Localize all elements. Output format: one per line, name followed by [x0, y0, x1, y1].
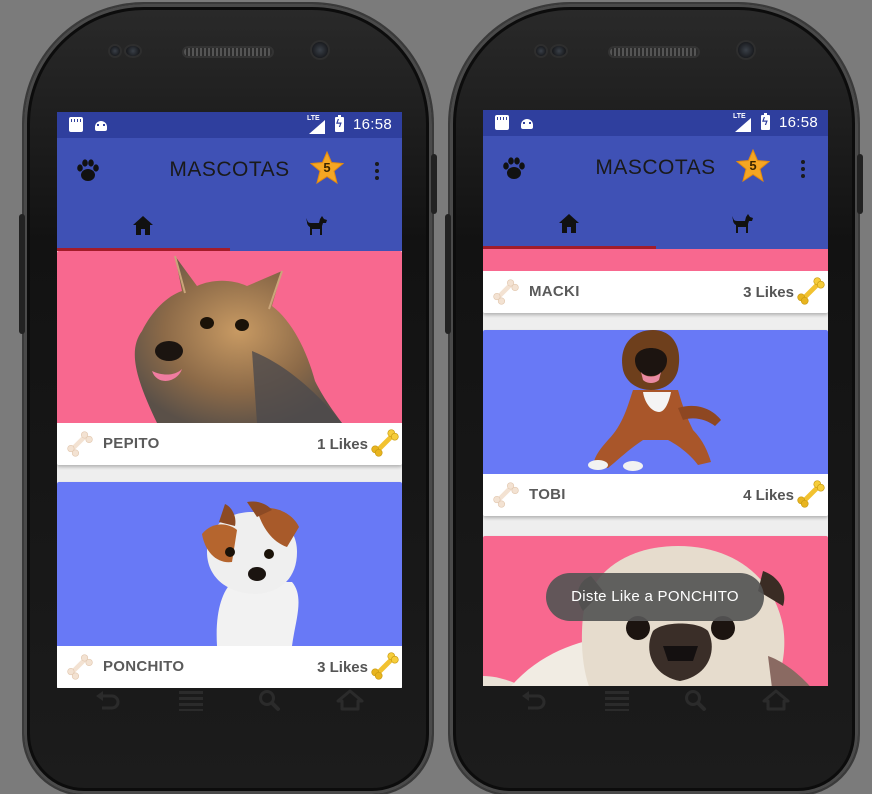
bone-outline-icon[interactable] — [493, 279, 519, 305]
dog-icon — [303, 213, 329, 239]
home-outline-icon[interactable] — [336, 688, 364, 712]
tab-profile[interactable] — [230, 201, 403, 251]
phone-right: LTE 16:58 MASCOTAS 5 — [445, 4, 863, 794]
bone-outline-icon[interactable] — [67, 654, 93, 680]
pet-card-footer: PEPITO 1 Likes — [57, 423, 402, 465]
like-count: 3 Likes — [317, 659, 368, 676]
tab-bar — [57, 201, 402, 251]
pet-card: TOBI 4 Likes — [483, 330, 828, 516]
status-bar: LTE 16:58 — [483, 110, 828, 136]
like-count: 1 Likes — [317, 436, 368, 453]
earpiece-speaker — [184, 48, 272, 56]
pet-card-footer: MACKI 3 Likes — [483, 271, 828, 313]
bone-gold-icon — [797, 480, 825, 508]
bone-outline-icon[interactable] — [493, 482, 519, 508]
android-icon — [94, 117, 108, 132]
pet-name: MACKI — [529, 283, 580, 300]
navigation-bar — [24, 688, 432, 718]
signal-icon — [735, 118, 751, 132]
toast-message: Diste Like a PONCHITO — [546, 573, 764, 621]
yorkshire-terrier-photo — [134, 255, 342, 423]
star-count: 5 — [323, 160, 331, 175]
battery-charging-icon — [335, 115, 344, 132]
pet-name: PONCHITO — [103, 658, 185, 675]
sd-card-icon — [69, 117, 83, 132]
like-count: 4 Likes — [743, 487, 794, 504]
sensor-icon — [536, 46, 546, 56]
pet-photo — [57, 251, 402, 423]
power-button[interactable] — [857, 154, 863, 214]
home-outline-icon[interactable] — [762, 688, 790, 712]
jack-russell-terrier-photo — [202, 501, 299, 646]
app-screen: LTE 16:58 MASCOTAS 5 — [483, 110, 828, 686]
home-icon — [131, 214, 155, 238]
tab-home[interactable] — [483, 199, 656, 249]
pet-card-footer: PONCHITO 3 Likes — [57, 646, 402, 688]
home-icon — [557, 212, 581, 236]
pet-card: MACKI 3 Likes — [483, 249, 828, 313]
earpiece-speaker — [610, 48, 698, 56]
dog-icon — [729, 211, 755, 237]
tab-home[interactable] — [57, 201, 230, 251]
tab-profile[interactable] — [656, 199, 829, 249]
bone-gold-icon — [797, 277, 825, 305]
battery-charging-icon — [761, 113, 770, 130]
navigation-bar — [450, 688, 858, 718]
bone-gold-icon — [371, 652, 399, 680]
sensor-icon — [552, 46, 566, 56]
boxer-dog-photo — [588, 330, 721, 471]
status-bar: LTE 16:58 — [57, 112, 402, 138]
app-toolbar: MASCOTAS 5 — [57, 138, 402, 201]
pet-name: PEPITO — [103, 435, 160, 452]
menu-icon[interactable] — [603, 688, 631, 712]
sensor-icon — [110, 46, 120, 56]
pet-card: PONCHITO 3 Likes — [57, 482, 402, 688]
bone-gold-icon — [371, 429, 399, 457]
tab-bar — [483, 199, 828, 249]
back-icon[interactable] — [520, 688, 548, 712]
back-icon[interactable] — [94, 688, 122, 712]
pet-card-footer: TOBI 4 Likes — [483, 474, 828, 516]
signal-icon — [309, 120, 325, 134]
sensor-icon — [126, 46, 140, 56]
pet-card: PEPITO 1 Likes — [57, 251, 402, 465]
pet-list[interactable]: PEPITO 1 Likes PONCHITO 3 Likes — [57, 251, 402, 688]
search-icon[interactable] — [682, 688, 710, 712]
power-button[interactable] — [431, 154, 437, 214]
search-icon[interactable] — [256, 688, 284, 712]
pet-photo — [483, 249, 828, 271]
status-time: 16:58 — [352, 116, 392, 133]
app-toolbar: MASCOTAS 5 — [483, 136, 828, 199]
front-camera-icon — [312, 42, 328, 58]
front-camera-icon — [738, 42, 754, 58]
favorites-button[interactable]: 5 — [310, 151, 344, 185]
status-time: 16:58 — [778, 114, 818, 131]
pet-name: TOBI — [529, 486, 566, 503]
pet-photo — [483, 330, 828, 474]
overflow-menu-icon[interactable] — [375, 162, 379, 180]
volume-button[interactable] — [19, 214, 25, 334]
app-title: MASCOTAS — [169, 158, 290, 181]
bone-outline-icon[interactable] — [67, 431, 93, 457]
favorites-button[interactable]: 5 — [736, 149, 770, 183]
pet-photo — [57, 482, 402, 646]
volume-button[interactable] — [445, 214, 451, 334]
phone-left: LTE 16:58 MASCOTAS 5 — [19, 4, 437, 794]
sd-card-icon — [495, 115, 509, 130]
like-count: 3 Likes — [743, 284, 794, 301]
android-icon — [520, 115, 534, 130]
star-count: 5 — [749, 158, 757, 173]
overflow-menu-icon[interactable] — [801, 160, 805, 178]
app-title: MASCOTAS — [595, 156, 716, 179]
menu-icon[interactable] — [177, 688, 205, 712]
app-screen: LTE 16:58 MASCOTAS 5 — [57, 112, 402, 688]
